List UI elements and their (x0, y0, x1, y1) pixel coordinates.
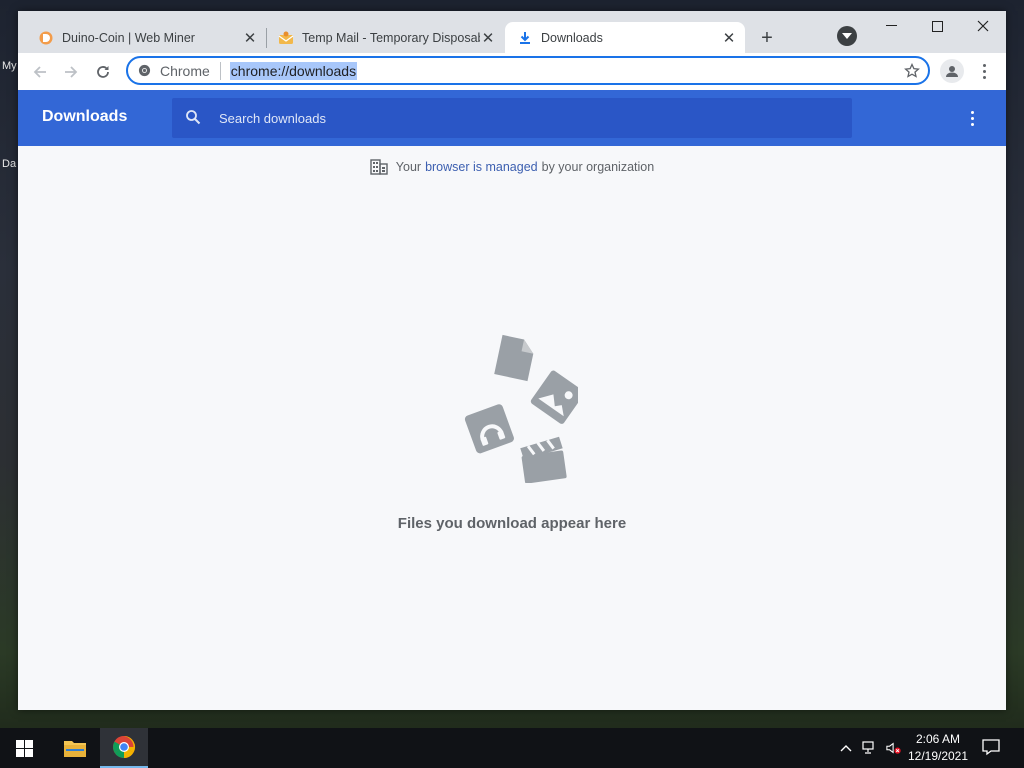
clock-time: 2:06 AM (915, 732, 961, 746)
managed-suffix: by your organization (541, 160, 655, 174)
managed-prefix: Your (395, 160, 422, 174)
audio-icon (464, 404, 514, 454)
more-actions-icon[interactable] (966, 108, 978, 128)
back-button[interactable] (27, 59, 53, 85)
duino-coin-icon (38, 30, 54, 46)
tab-search-icon[interactable] (837, 26, 857, 46)
close-icon[interactable]: ✕ (480, 30, 496, 47)
building-icon (370, 159, 388, 175)
divider (219, 61, 221, 80)
reload-button[interactable] (90, 59, 116, 85)
maximize-button[interactable] (914, 11, 960, 41)
minimize-button[interactable] (868, 11, 914, 41)
volume-muted-icon[interactable] (886, 740, 902, 756)
browser-toolbar: Chrome chrome://downloads (18, 53, 1006, 91)
action-center-icon[interactable] (982, 738, 1002, 758)
empty-state-illustration (464, 334, 578, 483)
system-clock[interactable]: 2:06 AM 12/19/2021 (906, 731, 970, 765)
tab-title: Temp Mail - Temporary Disposable (302, 30, 480, 45)
tab-temp-mail[interactable]: Temp Mail - Temporary Disposable ✕ (266, 22, 504, 53)
video-icon (520, 436, 567, 483)
close-icon[interactable]: ✕ (721, 30, 737, 47)
address-bar[interactable]: Chrome chrome://downloads (126, 56, 930, 85)
clock-date: 12/19/2021 (907, 749, 969, 763)
chrome-taskbar-button[interactable] (100, 728, 148, 768)
browser-window: Duino-Coin | Web Miner ✕ Temp Mail - Tem… (18, 11, 1006, 710)
image-icon (530, 370, 578, 424)
downloads-header: Downloads (18, 90, 1006, 146)
search-icon (185, 109, 203, 127)
chrome-logo-icon (113, 736, 135, 758)
tab-strip: Duino-Coin | Web Miner ✕ Temp Mail - Tem… (18, 11, 1006, 53)
chrome-icon (138, 64, 151, 77)
managed-notice: Your browser is managed by your organiza… (18, 159, 1006, 175)
search-input[interactable] (217, 109, 821, 127)
tab-title: Duino-Coin | Web Miner (62, 30, 195, 45)
site-chip-label: Chrome (160, 62, 210, 79)
close-window-button[interactable] (960, 11, 1006, 41)
desktop-icon-label[interactable]: Da (2, 158, 16, 170)
tab-title: Downloads (541, 30, 603, 45)
chevron-up-icon[interactable] (838, 740, 854, 756)
tab-duino-coin[interactable]: Duino-Coin | Web Miner ✕ (26, 22, 266, 53)
page-title: Downloads (42, 108, 128, 125)
profile-avatar-icon[interactable] (940, 59, 964, 83)
url-text[interactable]: chrome://downloads (229, 61, 358, 80)
bookmark-star-icon[interactable] (904, 62, 920, 84)
temp-mail-icon (278, 30, 294, 46)
forward-button[interactable] (58, 59, 84, 85)
network-icon[interactable] (862, 740, 878, 756)
windows-logo-icon (15, 739, 33, 757)
site-chip[interactable]: Chrome (128, 61, 230, 80)
folder-icon (64, 741, 86, 757)
empty-state-message: Files you download appear here (397, 515, 627, 532)
taskbar: 2:06 AM 12/19/2021 (0, 728, 1024, 768)
managed-link[interactable]: browser is managed (425, 160, 538, 174)
new-tab-button[interactable]: + (755, 26, 779, 50)
document-icon (494, 334, 534, 382)
download-icon (517, 30, 533, 46)
close-icon[interactable]: ✕ (242, 30, 258, 47)
desktop-icon-label[interactable]: My (2, 60, 17, 72)
tab-downloads[interactable]: Downloads ✕ (505, 22, 745, 53)
browser-menu-icon[interactable] (976, 59, 992, 83)
search-box[interactable] (172, 98, 852, 138)
start-button[interactable] (0, 728, 48, 768)
file-explorer-button[interactable] (51, 728, 99, 768)
